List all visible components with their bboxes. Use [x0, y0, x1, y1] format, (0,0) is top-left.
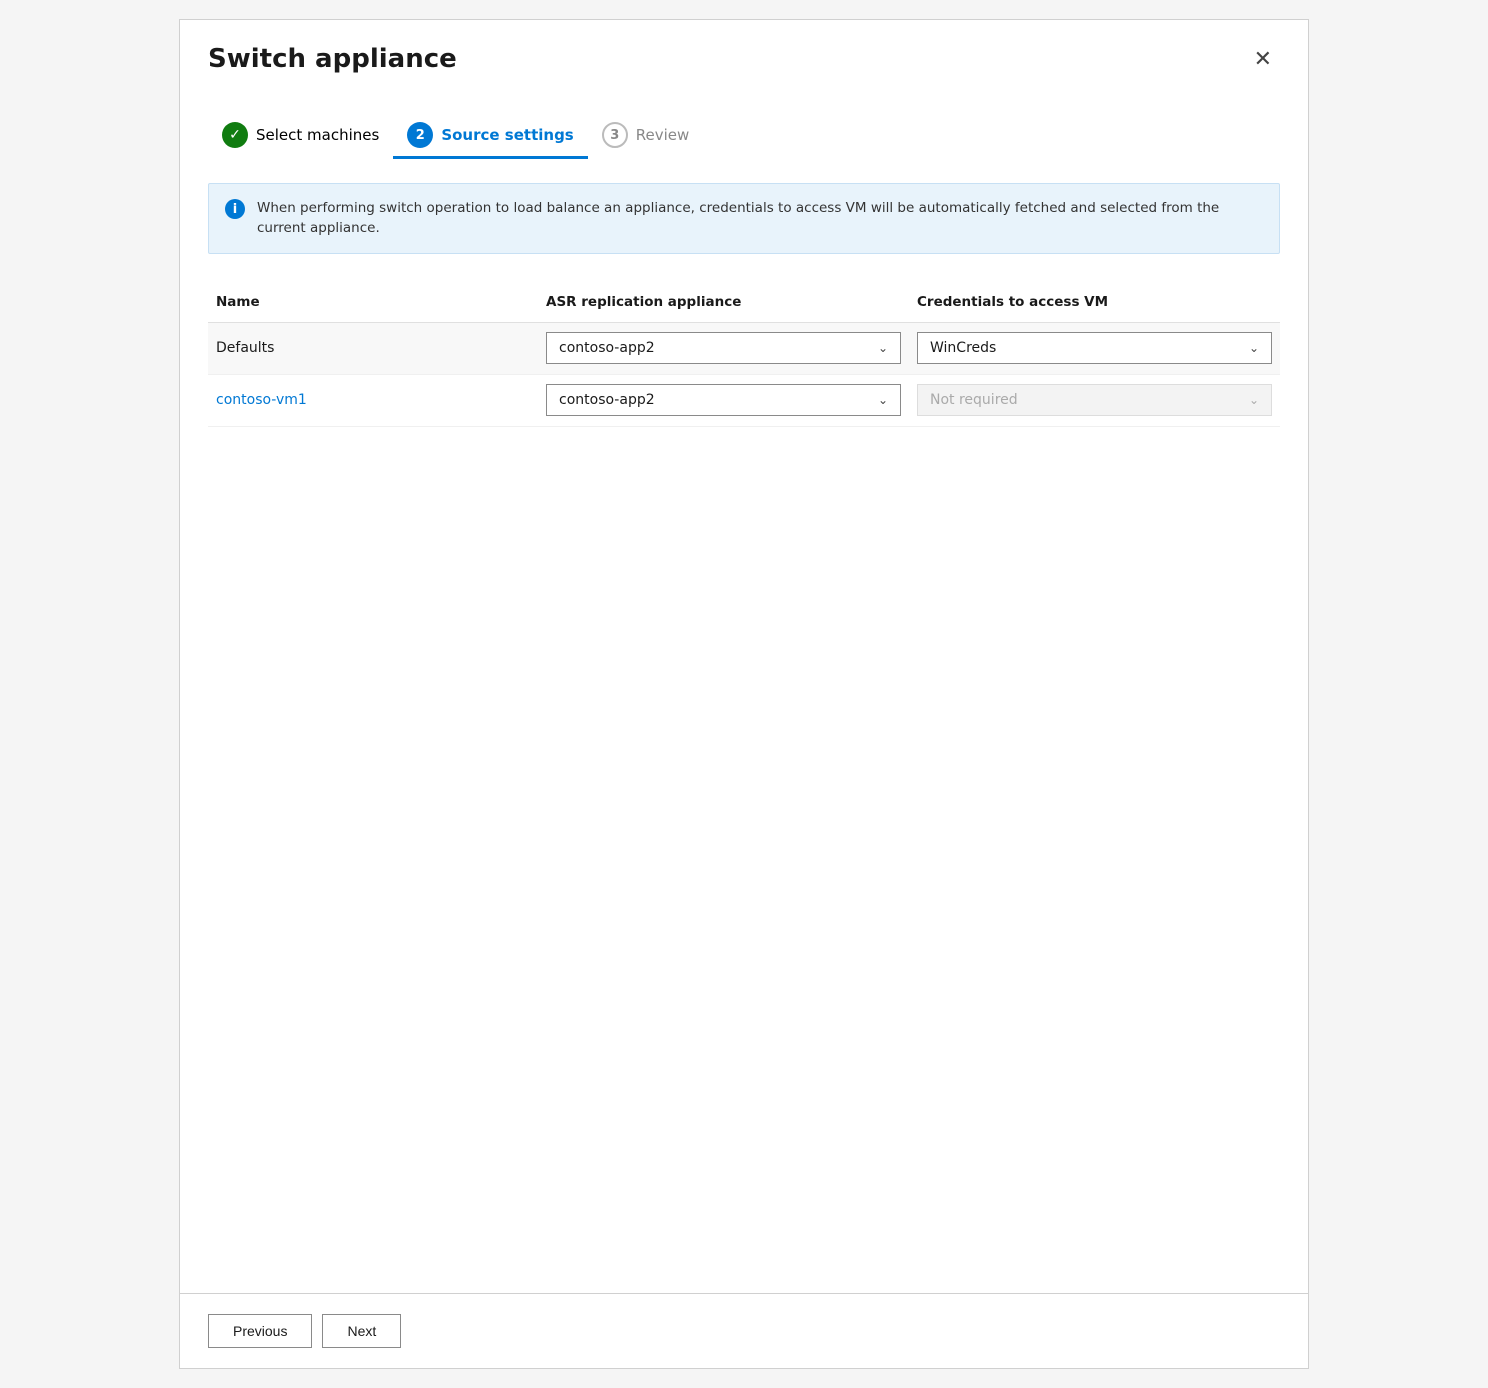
chevron-down-icon: ⌄ — [878, 393, 888, 407]
row-1-creds-cell: WinCreds ⌄ — [909, 324, 1280, 372]
table-header: Name ASR replication appliance Credentia… — [208, 282, 1280, 323]
switch-appliance-dialog: Switch appliance ✕ ✓ Select machines 2 S… — [179, 19, 1309, 1369]
row-1-name: Defaults — [208, 332, 538, 364]
row-2-creds-dropdown: Not required ⌄ — [917, 384, 1272, 416]
chevron-down-icon: ⌄ — [878, 341, 888, 355]
step-2-number: 2 — [416, 128, 425, 143]
step-3-label: Review — [636, 126, 690, 144]
step-3-number: 3 — [610, 128, 619, 143]
step-2-label: Source settings — [441, 126, 573, 144]
step-1-circle: ✓ — [222, 122, 248, 148]
info-text: When performing switch operation to load… — [257, 198, 1263, 239]
dialog-body: ✓ Select machines 2 Source settings 3 Re… — [180, 94, 1308, 1293]
row-2-creds-cell: Not required ⌄ — [909, 376, 1280, 424]
col-header-name: Name — [208, 290, 538, 314]
row-1-asr-value: contoso-app2 — [559, 340, 655, 356]
chevron-down-icon: ⌄ — [1249, 393, 1259, 407]
dialog-footer: Previous Next — [180, 1293, 1308, 1368]
close-button[interactable]: ✕ — [1246, 44, 1280, 74]
table: Name ASR replication appliance Credentia… — [208, 282, 1280, 427]
info-icon: i — [225, 199, 245, 219]
step-3-circle: 3 — [602, 122, 628, 148]
dialog-header: Switch appliance ✕ — [180, 20, 1308, 94]
info-box: i When performing switch operation to lo… — [208, 183, 1280, 254]
step-select-machines[interactable]: ✓ Select machines — [208, 114, 393, 159]
step-source-settings[interactable]: 2 Source settings — [393, 114, 587, 159]
table-row: contoso-vm1 contoso-app2 ⌄ Not required … — [208, 375, 1280, 427]
row-2-creds-value: Not required — [930, 392, 1018, 408]
checkmark-icon: ✓ — [229, 127, 241, 143]
table-row: Defaults contoso-app2 ⌄ WinCreds ⌄ — [208, 323, 1280, 375]
step-2-circle: 2 — [407, 122, 433, 148]
col-header-asr: ASR replication appliance — [538, 290, 909, 314]
step-1-label: Select machines — [256, 126, 379, 144]
chevron-down-icon: ⌄ — [1249, 341, 1259, 355]
row-1-asr-dropdown[interactable]: contoso-app2 ⌄ — [546, 332, 901, 364]
stepper: ✓ Select machines 2 Source settings 3 Re… — [208, 94, 1280, 183]
dialog-title: Switch appliance — [208, 44, 457, 74]
row-2-name[interactable]: contoso-vm1 — [208, 384, 538, 416]
previous-button[interactable]: Previous — [208, 1314, 312, 1348]
row-1-asr-cell: contoso-app2 ⌄ — [538, 324, 909, 372]
step-review[interactable]: 3 Review — [588, 114, 704, 159]
row-1-creds-dropdown[interactable]: WinCreds ⌄ — [917, 332, 1272, 364]
row-1-creds-value: WinCreds — [930, 340, 996, 356]
row-2-asr-dropdown[interactable]: contoso-app2 ⌄ — [546, 384, 901, 416]
next-button[interactable]: Next — [322, 1314, 401, 1348]
col-header-creds: Credentials to access VM — [909, 290, 1280, 314]
row-2-asr-value: contoso-app2 — [559, 392, 655, 408]
row-2-asr-cell: contoso-app2 ⌄ — [538, 376, 909, 424]
